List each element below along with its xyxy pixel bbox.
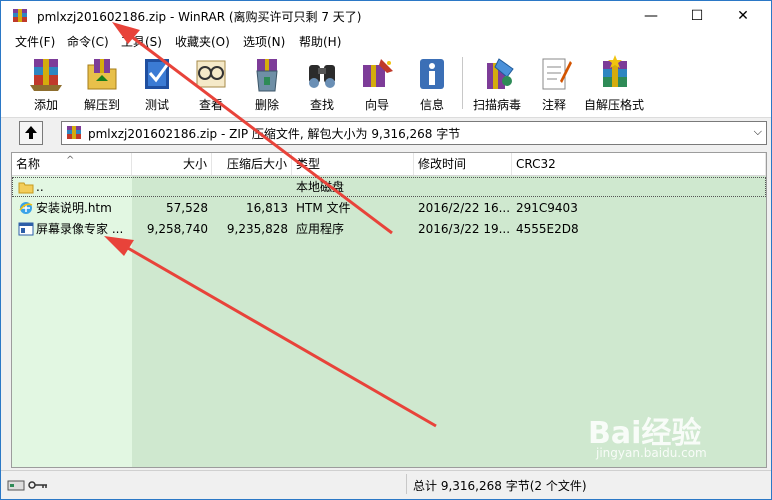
wizard-button[interactable]: 向导	[350, 55, 404, 113]
address-bar[interactable]: pmlxzj201602186.zip - ZIP 压缩文件, 解包大小为 9,…	[61, 121, 767, 145]
add-archive-icon	[30, 59, 62, 91]
file-crc32: 291C9403	[516, 201, 578, 215]
col-modified[interactable]: 修改时间	[414, 153, 512, 175]
file-crc32: 4555E2D8	[516, 222, 579, 236]
toolbar: 添加 解压到 测试 查看 删除 查找 向导 信息 扫描病毒 注释 自解压格式	[1, 51, 771, 118]
col-name[interactable]: 名称 ^	[12, 153, 132, 175]
title-bar[interactable]: pmlxzj201602186.zip - WinRAR (离购买许可只剩 7 …	[1, 1, 771, 31]
table-row[interactable]: 安装说明.htm 57,528 16,813 HTM 文件 2016/2/22 …	[12, 198, 766, 218]
test-archive-icon	[145, 59, 169, 89]
col-packed-size[interactable]: 压缩后大小	[212, 153, 292, 175]
file-size: 9,258,740	[146, 222, 208, 236]
file-type: HTM 文件	[296, 201, 351, 215]
watermark-url: jingyan.baidu.com	[596, 446, 707, 460]
baidu-jingyan-watermark: Bai经验 jingyan.baidu.com	[588, 408, 768, 464]
virus-scan-icon	[487, 58, 514, 89]
comment-label: 注释	[541, 98, 566, 112]
drive-key-icon	[7, 480, 47, 491]
view-icon	[196, 60, 226, 88]
minimize-button[interactable]: —	[628, 1, 674, 31]
file-packed-size: 16,813	[246, 201, 288, 215]
window-title: pmlxzj201602186.zip - WinRAR (离购买许可只剩 7 …	[37, 10, 362, 24]
virus-scan-button[interactable]: 扫描病毒	[470, 55, 524, 113]
maximize-button[interactable]: ☐	[674, 1, 720, 31]
extract-to-icon	[87, 59, 117, 90]
status-bar: 总计 9,316,268 字节(2 个文件)	[1, 470, 771, 499]
view-button[interactable]: 查看	[184, 55, 238, 113]
file-type: 本地磁盘	[296, 180, 345, 194]
file-modified: 2016/3/22 19...	[418, 222, 511, 236]
wizard-label: 向导	[364, 98, 389, 112]
comment-icon	[542, 58, 572, 90]
find-icon	[309, 65, 335, 88]
menu-bar: 文件(F) 命令(C) 工具(S) 收藏夹(O) 选项(N) 帮助(H)	[1, 31, 771, 51]
file-name: 安装说明.htm	[36, 201, 112, 215]
delete-icon	[256, 59, 278, 92]
table-row-parent[interactable]: .. 本地磁盘	[12, 177, 766, 197]
status-total: 总计 9,316,268 字节(2 个文件)	[413, 479, 587, 493]
sfx-button[interactable]: 自解压格式	[584, 55, 644, 113]
info-button[interactable]: 信息	[405, 55, 459, 113]
address-row: pmlxzj201602186.zip - ZIP 压缩文件, 解包大小为 9,…	[1, 118, 771, 148]
add-button[interactable]: 添加	[19, 55, 73, 113]
menu-help[interactable]: 帮助(H)	[299, 33, 341, 50]
zip-archive-icon	[67, 126, 81, 139]
col-name-label: 名称	[16, 157, 41, 171]
extract-to-button[interactable]: 解压到	[75, 55, 129, 113]
sfx-icon	[603, 55, 627, 87]
menu-tools[interactable]: 工具(S)	[121, 33, 162, 50]
test-label: 测试	[144, 98, 169, 112]
comment-button[interactable]: 注释	[527, 55, 581, 113]
file-size: 57,528	[166, 201, 208, 215]
up-arrow-icon	[25, 126, 37, 139]
find-button[interactable]: 查找	[295, 55, 349, 113]
table-row[interactable]: 屏幕录像专家 ... 9,258,740 9,235,828 应用程序 2016…	[12, 219, 766, 239]
file-type: 应用程序	[296, 222, 345, 236]
file-name: 屏幕录像专家 ...	[36, 222, 124, 236]
address-path: pmlxzj201602186.zip - ZIP 压缩文件, 解包大小为 9,…	[88, 127, 461, 141]
delete-label: 删除	[254, 98, 279, 112]
menu-favorites[interactable]: 收藏夹(O)	[175, 33, 230, 50]
add-label: 添加	[33, 98, 58, 112]
chevron-down-icon[interactable]: ⌵	[754, 125, 762, 139]
menu-commands[interactable]: 命令(C)	[67, 33, 109, 50]
sort-asc-icon: ^	[66, 155, 75, 166]
extract-to-label: 解压到	[83, 98, 120, 112]
find-label: 查找	[309, 98, 334, 112]
menu-options[interactable]: 选项(N)	[243, 33, 285, 50]
virus-scan-label: 扫描病毒	[472, 98, 521, 112]
info-icon	[420, 59, 444, 89]
winrar-app-icon[interactable]	[12, 8, 28, 24]
file-packed-size: 9,235,828	[226, 222, 288, 236]
menu-file[interactable]: 文件(F)	[15, 33, 55, 50]
column-header: 名称 ^ 大小 压缩后大小 类型 修改时间 CRC32	[12, 153, 766, 176]
sfx-label: 自解压格式	[584, 98, 645, 112]
col-size[interactable]: 大小	[132, 153, 212, 175]
view-label: 查看	[198, 98, 223, 112]
col-crc32[interactable]: CRC32	[512, 153, 766, 175]
file-modified: 2016/2/22 16...	[418, 201, 511, 215]
status-summary: 总计 9,316,268 字节(2 个文件)	[406, 474, 761, 494]
info-label: 信息	[419, 98, 444, 112]
file-name: ..	[36, 180, 44, 194]
toolbar-separator	[462, 57, 463, 109]
delete-button[interactable]: 删除	[240, 55, 294, 113]
test-button[interactable]: 测试	[130, 55, 184, 113]
up-folder-button[interactable]	[19, 121, 43, 145]
wizard-icon	[363, 59, 393, 87]
col-type[interactable]: 类型	[292, 153, 414, 175]
close-button[interactable]: ✕	[720, 1, 766, 31]
